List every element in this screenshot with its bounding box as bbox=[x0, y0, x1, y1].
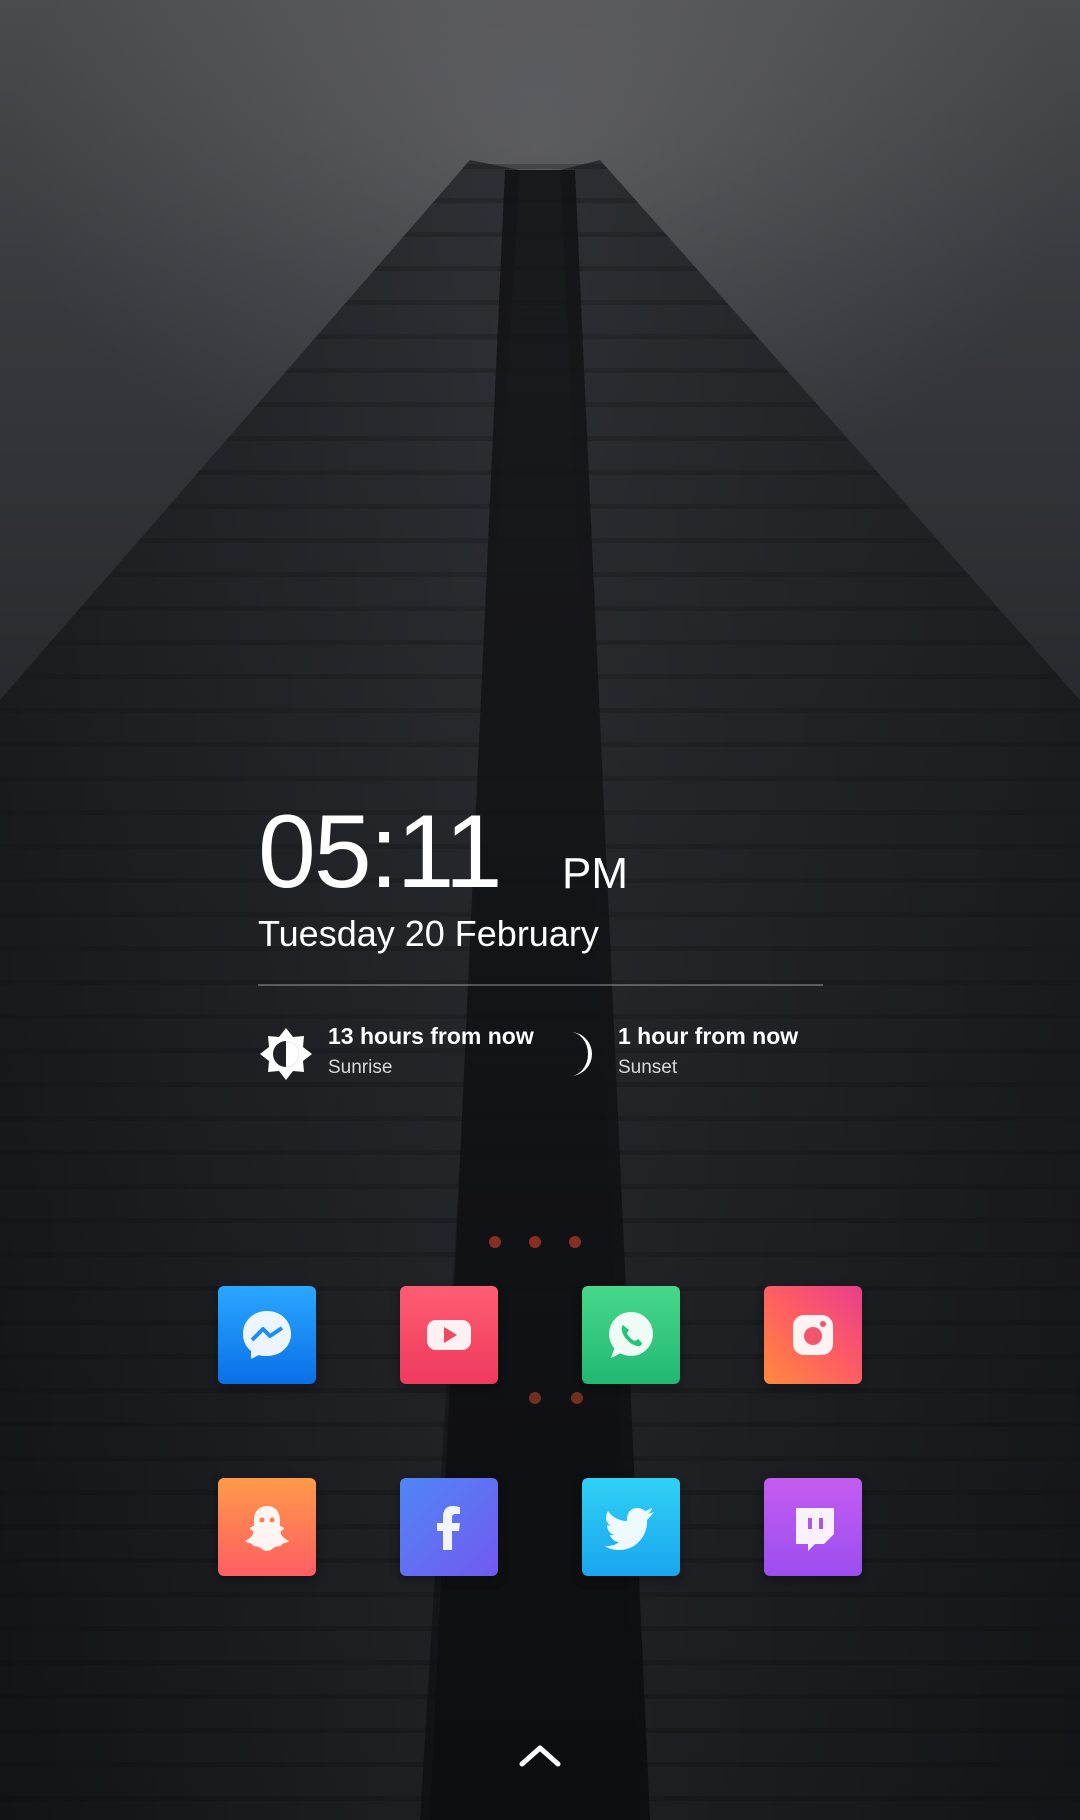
chevron-up-icon[interactable] bbox=[516, 1742, 564, 1770]
clock-ampm: PM bbox=[562, 849, 628, 898]
instagram-icon bbox=[793, 1315, 833, 1355]
twitter-bird-icon bbox=[605, 1508, 654, 1550]
twitch-icon bbox=[796, 1508, 834, 1551]
wallpaper-image bbox=[0, 0, 1080, 1820]
messenger-icon bbox=[243, 1311, 291, 1359]
widget-divider bbox=[258, 984, 823, 986]
brightness-icon bbox=[260, 1028, 312, 1080]
youtube-icon bbox=[427, 1320, 471, 1350]
whatsapp-app-icon[interactable] bbox=[582, 1286, 680, 1384]
twitter-app-icon[interactable] bbox=[582, 1478, 680, 1576]
ghost-icon bbox=[245, 1506, 289, 1551]
home-screen: 05:11 PM Tuesday 20 February 13 hours fr… bbox=[0, 0, 1080, 1820]
snapchat-app-icon[interactable] bbox=[218, 1478, 316, 1576]
twitch-app-icon[interactable] bbox=[764, 1478, 862, 1576]
clock-time: 05:11 bbox=[258, 794, 503, 910]
facebook-icon bbox=[437, 1506, 460, 1550]
youtube-app-icon[interactable] bbox=[400, 1286, 498, 1384]
sunset-item[interactable]: 1 hour from now Sunset bbox=[548, 1018, 808, 1088]
sunset-label: Sunset bbox=[618, 1057, 678, 1078]
sunset-time: 1 hour from now bbox=[618, 1023, 799, 1049]
whatsapp-icon bbox=[609, 1312, 653, 1358]
messenger-app-icon[interactable] bbox=[218, 1286, 316, 1384]
moon-icon bbox=[570, 1032, 592, 1076]
instagram-app-icon[interactable] bbox=[764, 1286, 862, 1384]
clock-date: Tuesday 20 February bbox=[258, 913, 599, 954]
sunrise-time: 13 hours from now bbox=[328, 1023, 534, 1049]
facebook-app-icon[interactable] bbox=[400, 1478, 498, 1576]
sunrise-label: Sunrise bbox=[328, 1057, 393, 1078]
sunrise-item[interactable]: 13 hours from now Sunrise bbox=[258, 1018, 534, 1088]
